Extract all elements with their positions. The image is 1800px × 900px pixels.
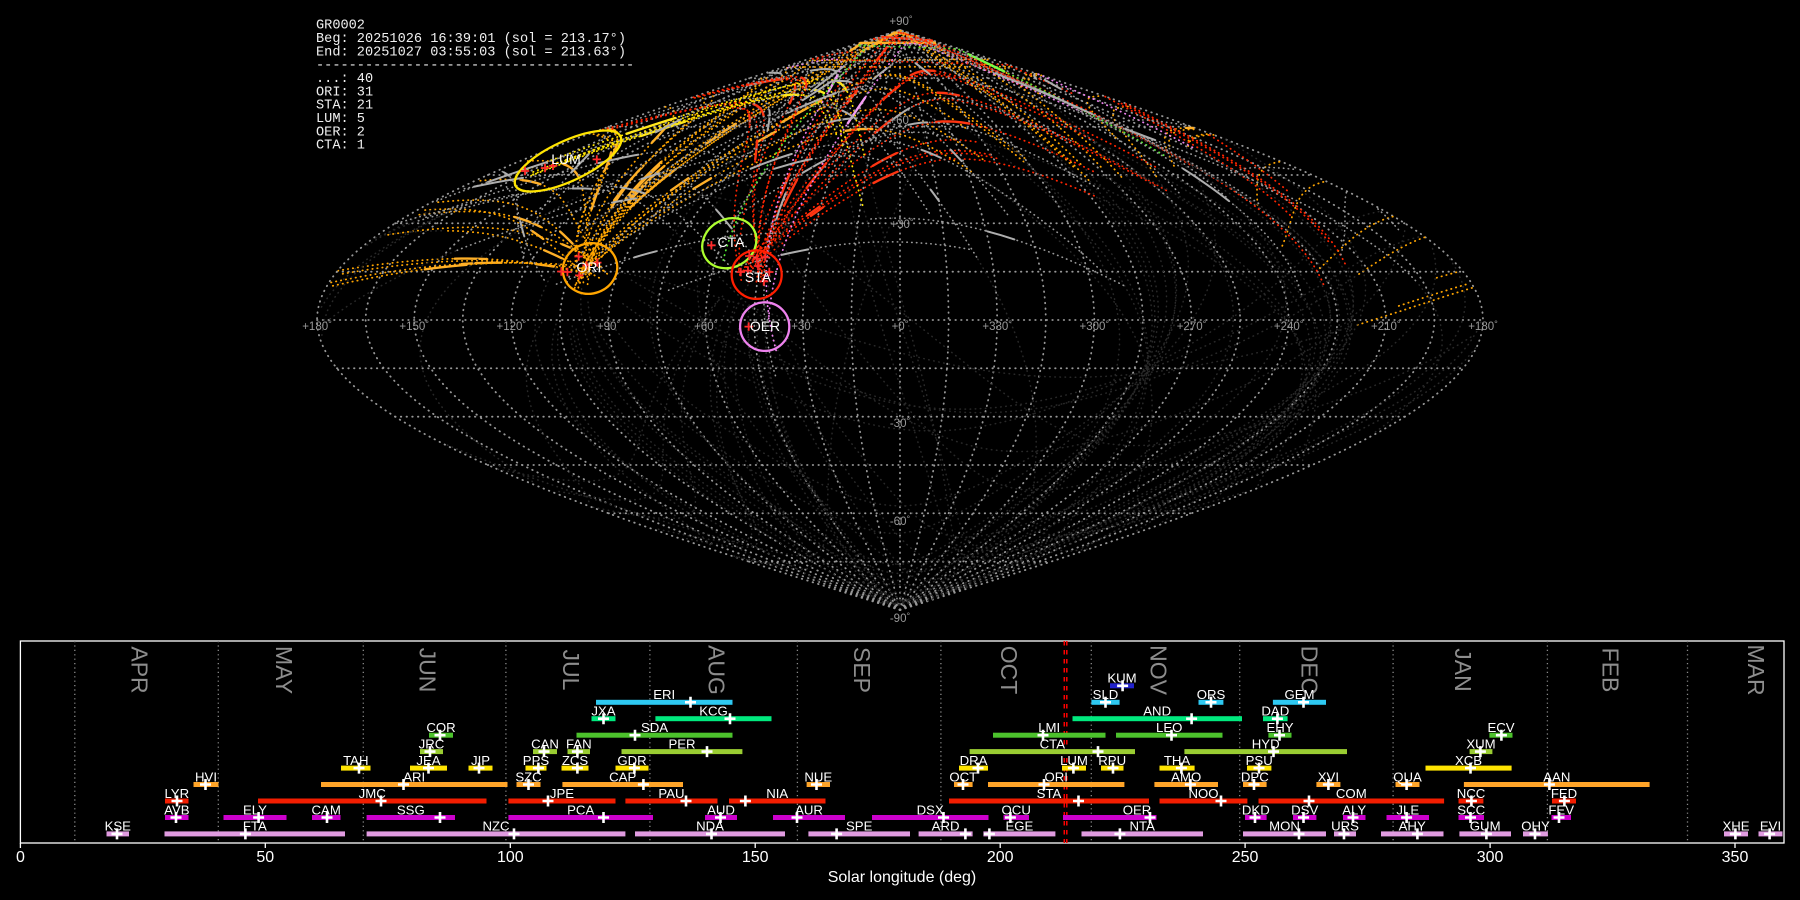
svg-text:LEO: LEO [1156,720,1182,735]
svg-text:PER: PER [668,736,695,751]
svg-text:KCG: KCG [699,704,728,719]
svg-text:CTA: CTA [718,234,746,250]
svg-text:DSX: DSX [917,802,944,817]
svg-text:350: 350 [1722,849,1749,866]
svg-text:+180°: +180° [302,319,332,333]
svg-text:150: 150 [742,849,769,866]
svg-text:NIA: NIA [766,786,788,801]
svg-text:Solar longitude (deg): Solar longitude (deg) [828,869,977,886]
svg-text:AHY: AHY [1399,819,1426,834]
svg-text:XCB: XCB [1455,753,1482,768]
svg-text:FAN: FAN [566,736,592,751]
svg-text:AND: AND [1143,704,1171,719]
svg-text:JUN: JUN [415,648,441,693]
svg-text:SEP: SEP [849,647,875,693]
svg-text:STA: STA [745,269,772,285]
svg-text:HYD: HYD [1252,736,1280,751]
svg-text:CTA: CTA [1040,736,1066,751]
svg-text:+270°: +270° [1177,319,1207,333]
svg-text:100: 100 [497,849,524,866]
svg-text:250: 250 [1232,849,1259,866]
svg-text:200: 200 [987,849,1014,866]
svg-text:ARD: ARD [932,819,960,834]
svg-text:SSG: SSG [397,802,425,817]
svg-text:FEB: FEB [1597,648,1623,693]
svg-text:LMI: LMI [1038,720,1060,735]
svg-text:NZC: NZC [482,819,510,834]
svg-text:PPS: PPS [523,753,550,768]
svg-text:300: 300 [1477,849,1504,866]
svg-text:NOV: NOV [1146,645,1172,696]
svg-text:+240°: +240° [1274,319,1304,333]
svg-text:AUR: AUR [795,802,823,817]
svg-text:OCU: OCU [1002,802,1031,817]
svg-text:JIP: JIP [471,753,490,768]
svg-text:+210°: +210° [1371,319,1401,333]
svg-text:+180°: +180° [1468,319,1498,333]
svg-text:JPE: JPE [550,786,574,801]
svg-text:50: 50 [256,849,274,866]
svg-text:OER: OER [1123,802,1152,817]
svg-text:TAH: TAH [343,753,368,768]
svg-text:PCA: PCA [567,802,594,817]
svg-text:MAR: MAR [1743,644,1769,695]
svg-text:MAY: MAY [271,646,297,694]
svg-text:STA: STA [1037,786,1062,801]
svg-text:AUG: AUG [704,645,730,695]
svg-text:ZCS: ZCS [562,753,589,768]
svg-text:SDA: SDA [641,720,668,735]
svg-text:JRC: JRC [419,736,445,751]
svg-text:+120°: +120° [497,319,527,333]
svg-text:JAN: JAN [1450,648,1476,691]
svg-text:+300°: +300° [1080,319,1110,333]
svg-text:+330°: +330° [982,319,1012,333]
svg-text:NOO: NOO [1188,786,1218,801]
svg-text:COM: COM [1336,786,1367,801]
svg-text:+150°: +150° [399,319,429,333]
svg-text:ARI: ARI [403,769,425,784]
svg-text:ORI: ORI [1044,769,1067,784]
svg-text:EGE: EGE [1005,819,1033,834]
svg-text:CTA: 1: CTA: 1 [316,139,365,154]
svg-text:NTA: NTA [1129,819,1155,834]
svg-text:NDA: NDA [696,819,724,834]
svg-text:PAU: PAU [658,786,684,801]
svg-text:NUE: NUE [804,769,832,784]
svg-text:THA: THA [1164,753,1191,768]
svg-text:OER: OER [750,318,780,334]
svg-text:JUL: JUL [558,650,584,691]
svg-text:AMO: AMO [1171,769,1201,784]
svg-text:ELY: ELY [243,802,267,817]
svg-text:GEM: GEM [1284,687,1314,702]
svg-text:MON: MON [1269,819,1300,834]
svg-text:CAP: CAP [609,769,636,784]
svg-text:APR: APR [127,646,153,693]
svg-text:FEV: FEV [1548,802,1574,817]
svg-text:OCT: OCT [996,646,1022,695]
svg-text:GDR: GDR [617,753,646,768]
svg-text:DAD: DAD [1261,704,1289,719]
svg-text:DRA: DRA [960,753,988,768]
svg-text:LUM: LUM [551,151,581,167]
svg-text:AAN: AAN [1543,769,1570,784]
svg-text:ERI: ERI [653,687,675,702]
svg-text:0: 0 [16,849,25,866]
svg-text:SPE: SPE [846,819,873,834]
svg-text:ORI: ORI [577,259,602,275]
